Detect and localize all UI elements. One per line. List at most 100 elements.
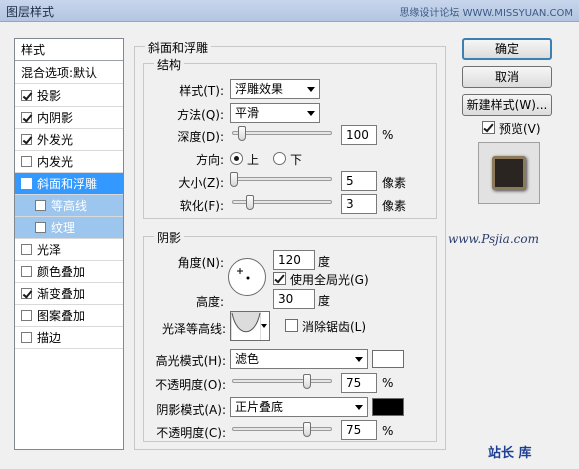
highlight-opacity-unit: %: [382, 376, 394, 390]
style-item[interactable]: 斜面和浮雕: [15, 173, 123, 195]
style-item[interactable]: 内发光: [15, 151, 123, 173]
layer-style-dialog: 图层样式 思缘设计论坛 WWW.MISSYUAN.COM 样式 混合选项:默认 …: [0, 0, 579, 469]
highlight-opacity-slider[interactable]: [232, 379, 332, 383]
logo-watermark: 站长 库: [488, 446, 532, 461]
style-item-checkbox[interactable]: [21, 332, 32, 343]
size-label: 大小(Z):: [178, 176, 224, 190]
angle-value: 120: [278, 253, 301, 267]
shadow-color-swatch[interactable]: [372, 398, 404, 416]
shadow-opacity-slider[interactable]: [232, 427, 332, 431]
angle-unit: 度: [318, 255, 331, 269]
chevron-down-icon: [355, 405, 363, 410]
shadow-opacity-input[interactable]: 75: [341, 420, 377, 440]
highlight-opacity-input[interactable]: 75: [341, 373, 377, 393]
shading-legend: 阴影: [154, 229, 185, 246]
highlight-mode-dropdown[interactable]: 滤色: [230, 349, 368, 369]
bevel-emboss-legend: 斜面和浮雕: [145, 39, 212, 56]
chevron-down-icon: [307, 111, 315, 116]
styles-header[interactable]: 样式: [15, 39, 123, 61]
style-item-label: 投影: [37, 89, 62, 103]
angle-input[interactable]: 120: [273, 250, 315, 270]
direction-up-radio[interactable]: [230, 152, 243, 165]
watermark-text: 思缘设计论坛 WWW.MISSYUAN.COM: [399, 8, 573, 19]
style-item-checkbox[interactable]: [21, 310, 32, 321]
size-slider-thumb[interactable]: [230, 172, 238, 187]
depth-input[interactable]: 100: [341, 125, 377, 145]
altitude-value: 30: [278, 292, 294, 306]
style-item-checkbox[interactable]: [21, 134, 32, 145]
style-item[interactable]: 图案叠加: [15, 305, 123, 327]
style-item-label: 描边: [37, 331, 62, 345]
cancel-button[interactable]: 取消: [462, 66, 552, 88]
crosshair-icon: [237, 268, 250, 280]
chevron-down-icon: [355, 357, 363, 362]
ok-button[interactable]: 确定: [462, 38, 552, 60]
style-item-checkbox[interactable]: [21, 90, 32, 101]
style-item-checkbox[interactable]: [21, 244, 32, 255]
size-unit: 像素: [382, 176, 407, 190]
soften-label: 软化(F):: [179, 199, 224, 213]
altitude-unit: 度: [318, 294, 331, 308]
style-item-label: 外发光: [37, 133, 74, 147]
blend-options-item[interactable]: 混合选项:默认: [15, 62, 123, 84]
style-item[interactable]: 光泽: [15, 239, 123, 261]
highlight-mode-value: 滤色: [235, 352, 260, 366]
size-input[interactable]: 5: [341, 171, 377, 191]
style-item[interactable]: 外发光: [15, 129, 123, 151]
gloss-contour-label: 光泽等高线:: [161, 322, 226, 336]
highlight-opacity-thumb[interactable]: [303, 374, 311, 389]
altitude-label: 高度:: [195, 295, 224, 309]
style-item-checkbox[interactable]: [21, 178, 32, 189]
style-preview-box: [478, 142, 540, 204]
shadow-opacity-unit: %: [382, 424, 394, 438]
soften-unit: 像素: [382, 199, 407, 213]
style-item-label: 内阴影: [37, 111, 74, 125]
style-item[interactable]: 渐变叠加: [15, 283, 123, 305]
structure-legend: 结构: [154, 56, 185, 73]
chevron-down-icon: [307, 87, 315, 92]
altitude-input[interactable]: 30: [273, 289, 315, 309]
angle-dial[interactable]: [228, 258, 266, 296]
style-item[interactable]: 等高线: [15, 195, 123, 217]
direction-down-radio[interactable]: [273, 152, 286, 165]
highlight-color-swatch[interactable]: [372, 350, 404, 368]
preview-label: 预览(V): [499, 122, 541, 136]
style-item[interactable]: 颜色叠加: [15, 261, 123, 283]
highlight-mode-label: 高光模式(H):: [155, 354, 226, 368]
anti-alias-checkbox[interactable]: [285, 319, 298, 332]
gloss-contour-picker[interactable]: [230, 311, 270, 341]
style-label: 样式(T):: [179, 84, 224, 98]
depth-label: 深度(D):: [177, 130, 224, 144]
style-item[interactable]: 内阴影: [15, 107, 123, 129]
technique-dropdown[interactable]: 平滑: [230, 103, 320, 123]
chevron-down-icon: [261, 324, 267, 328]
new-style-button[interactable]: 新建样式(W)...: [462, 94, 552, 116]
style-item-checkbox[interactable]: [21, 266, 32, 277]
depth-slider[interactable]: [232, 131, 332, 135]
soften-input[interactable]: 3: [341, 194, 377, 214]
soften-slider-thumb[interactable]: [246, 195, 254, 210]
global-light-checkbox[interactable]: [273, 272, 286, 285]
style-item-checkbox[interactable]: [35, 222, 46, 233]
style-item-label: 渐变叠加: [37, 287, 86, 301]
style-item[interactable]: 投影: [15, 85, 123, 107]
technique-label: 方法(Q):: [177, 108, 224, 122]
anti-alias-label: 消除锯齿(L): [302, 320, 367, 334]
shadow-opacity-label: 不透明度(C):: [156, 426, 226, 440]
shadow-opacity-thumb[interactable]: [303, 422, 311, 437]
style-item-label: 图案叠加: [37, 309, 86, 323]
style-item-checkbox[interactable]: [35, 200, 46, 211]
style-item[interactable]: 描边: [15, 327, 123, 349]
depth-slider-thumb[interactable]: [238, 126, 246, 141]
style-item-checkbox[interactable]: [21, 112, 32, 123]
preview-checkbox[interactable]: [482, 121, 495, 134]
site-watermark: www.Psjia.com: [448, 232, 539, 246]
style-item[interactable]: 纹理: [15, 217, 123, 239]
shadow-mode-value: 正片叠底: [235, 400, 284, 414]
shadow-mode-dropdown[interactable]: 正片叠底: [230, 397, 368, 417]
style-item-checkbox[interactable]: [21, 156, 32, 167]
highlight-opacity-value: 75: [346, 376, 362, 390]
style-item-checkbox[interactable]: [21, 288, 32, 299]
size-slider[interactable]: [232, 177, 332, 181]
style-dropdown[interactable]: 浮雕效果: [230, 79, 320, 99]
